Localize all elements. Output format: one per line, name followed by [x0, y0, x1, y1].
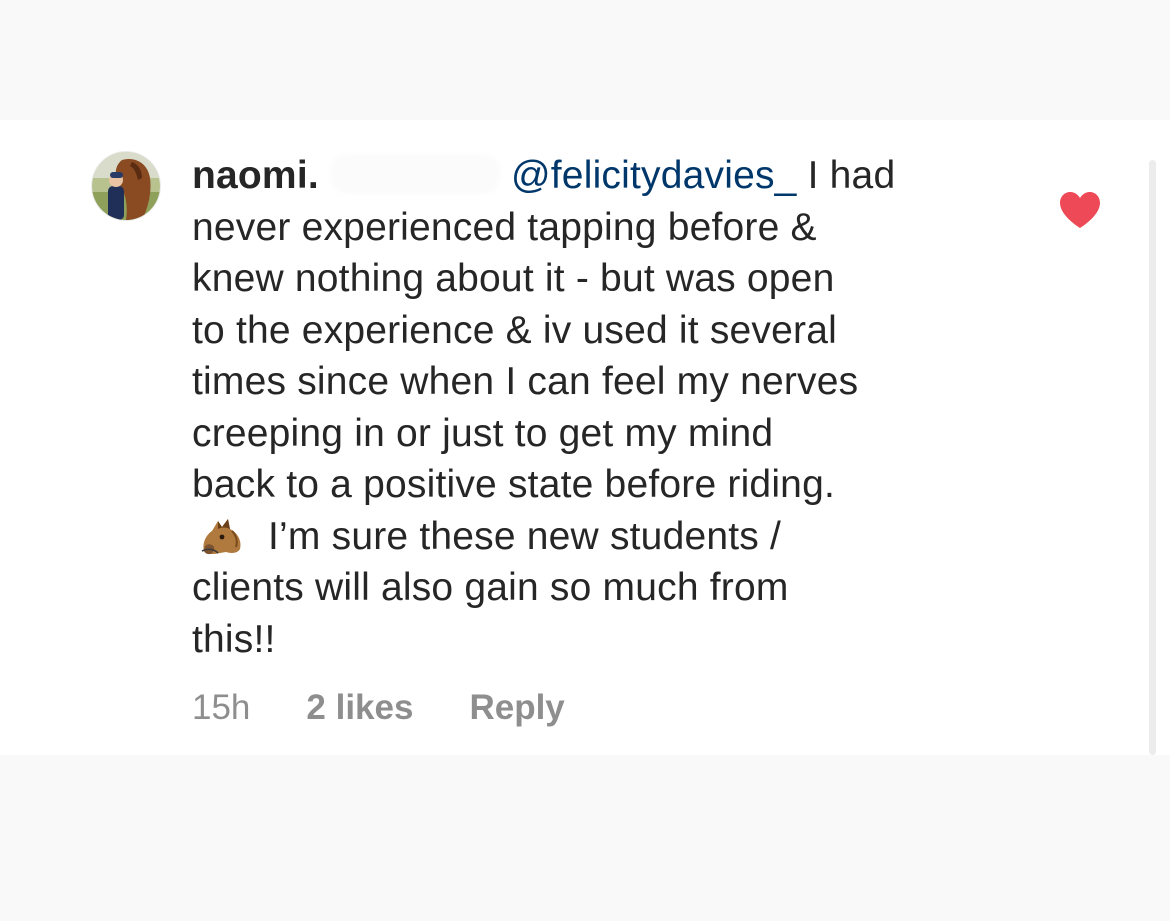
comment-text: naomi. @felicitydavies_ I had never expe…: [192, 150, 1012, 665]
comment-line-8-wrap: I’m sure these new students /: [192, 511, 1012, 563]
comment-line-7: back to a positive state before riding.: [192, 463, 835, 506]
comment-timestamp: 15h: [192, 688, 251, 727]
comment-username[interactable]: naomi.: [192, 154, 319, 197]
comment-line-10: this!!: [192, 617, 276, 661]
comment-line-6: creeping in or just to get my mind: [192, 411, 774, 455]
comment-line-8: I’m sure these new students /: [268, 514, 782, 558]
comment-line-4: to the experience & iv used it several: [192, 308, 837, 352]
comment-line-3: knew nothing about it - but was open: [192, 257, 835, 300]
user-avatar[interactable]: [92, 152, 160, 220]
comment-line-5: times since when I can feel my nerves: [192, 360, 859, 403]
scrollbar[interactable]: [1149, 160, 1156, 755]
horse-face-icon: [201, 518, 241, 554]
mention-link[interactable]: @felicitydavies_: [511, 154, 797, 197]
reply-button[interactable]: Reply: [469, 688, 564, 728]
redacted-name: [329, 154, 500, 194]
comment-line-1: I had: [796, 154, 896, 197]
avatar-photo: [92, 152, 160, 220]
top-background: [0, 0, 1170, 120]
comment-meta-row: 15h 2 likes Reply: [192, 688, 565, 728]
comment-first-line: naomi. @felicitydavies_ I had: [192, 150, 1012, 202]
heart-icon[interactable]: [1058, 190, 1102, 230]
comment-line-9: clients will also gain so much from: [192, 566, 789, 609]
likes-count[interactable]: 2 likes: [306, 688, 413, 728]
comment-line-2: never experienced tapping before &: [192, 205, 817, 249]
bottom-background: [0, 755, 1170, 921]
